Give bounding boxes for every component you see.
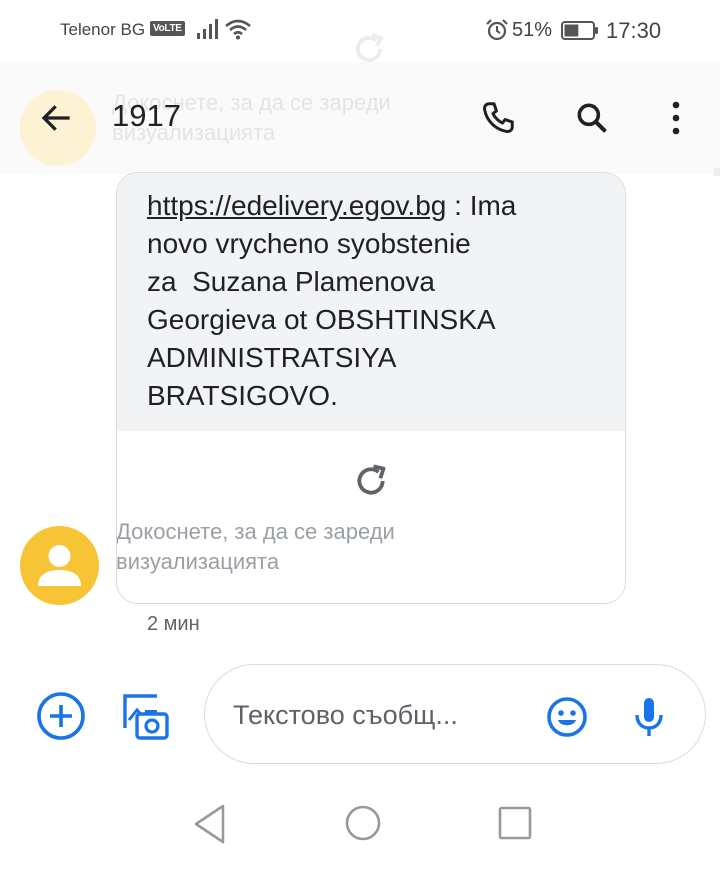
search-icon [577,103,607,133]
preview-caption-line2: визуализацията [116,549,280,574]
photo-camera-icon [123,694,169,740]
preview-caption-line1: Докоснете, за да се зареди [116,519,395,544]
nav-home-icon[interactable] [344,804,382,842]
nav-recents-icon[interactable] [498,806,532,840]
faded-refresh-icon [356,32,384,62]
message-line: novo vrycheno syobstenie [147,228,471,259]
voice-input-button[interactable] [625,693,673,741]
refresh-icon[interactable] [351,461,391,501]
search-button[interactable] [564,90,620,146]
more-vert-icon [672,101,680,135]
wifi-icon [225,19,251,40]
phone-icon [482,102,514,134]
message-line1-rest: : Ima [446,190,517,221]
arrow-left-icon [41,105,70,131]
message-line: https://edelivery.egov.bg : Ima [147,187,595,225]
signal-icon [197,19,218,39]
conversation-title: 1917 [112,98,181,133]
call-button[interactable] [470,90,526,146]
plus-circle-icon [37,692,85,740]
battery-percent: 51% [512,19,553,41]
message-timestamp: 2 мин [147,613,200,635]
emoji-button[interactable] [543,693,591,741]
faded-scroll-mark [714,168,720,176]
carrier-name: Telenor BG [60,20,146,39]
message-line: BRATSIGOVO. [147,380,338,411]
link-preview-caption[interactable]: Докоснете, за да се зареди визуализацият… [116,517,516,577]
message-bubble[interactable]: https://edelivery.egov.bg : Ima novo vry… [116,172,626,604]
message-link[interactable]: https://edelivery.egov.bg [147,190,446,221]
emoji-icon [547,697,587,737]
message-line: Georgieva ot OBSHTINSKA [147,304,496,335]
alarm-icon [486,19,508,41]
compose-field[interactable] [204,664,706,764]
battery-icon [561,21,598,40]
message-line: ADMINISTRATSIYA [147,342,397,373]
back-button[interactable] [28,92,84,144]
volte-badge: VoLTE [150,21,185,36]
nav-back-icon[interactable] [190,802,230,846]
message-input[interactable] [233,693,523,737]
microphone-icon [635,698,663,736]
message-text: https://edelivery.egov.bg : Ima novo vry… [117,173,625,431]
more-options-button[interactable] [652,90,700,146]
clock: 17:30 [606,18,662,43]
message-line: za Suzana Plamenova [147,266,435,297]
person-icon [38,545,81,586]
contact-avatar[interactable] [20,526,99,605]
gallery-button[interactable] [117,688,173,744]
add-attachment-button[interactable] [34,689,88,743]
